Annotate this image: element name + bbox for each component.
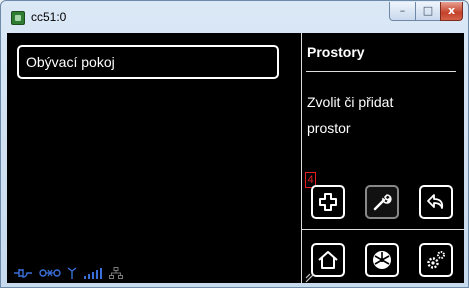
minimize-button[interactable]: –	[389, 2, 416, 21]
title-bar[interactable]: cc51:0 – □ x	[1, 1, 468, 33]
panel-description-line1: Zvolit či přidat	[307, 94, 394, 110]
home-button[interactable]	[311, 243, 345, 277]
antenna-icon	[67, 267, 77, 279]
room-list-item[interactable]: Obývací pokoj	[17, 45, 279, 79]
close-icon: x	[447, 4, 456, 17]
panel-description-line2: prostor	[307, 120, 351, 136]
plug-icon	[14, 269, 32, 278]
ventilation-button[interactable]	[365, 243, 399, 277]
application-window: cc51:0 – □ x Obývací pokoj Prostory Zvol…	[0, 0, 469, 288]
panel-description: Zvolit či přidat prostor	[307, 89, 457, 141]
signal-strength-icon	[84, 268, 102, 279]
wrench-icon	[373, 194, 392, 211]
gears-icon	[427, 251, 445, 269]
fan-icon	[373, 251, 391, 269]
back-arrow-icon	[427, 194, 444, 209]
client-area: Obývací pokoj Prostory Zvolit či přidat …	[7, 33, 464, 283]
network-link-icon	[39, 269, 61, 277]
status-bar	[13, 265, 123, 281]
maximize-button[interactable]: □	[415, 2, 441, 21]
plus-icon	[319, 193, 337, 211]
window-title: cc51:0	[31, 10, 67, 24]
network-tree-icon	[109, 267, 123, 279]
minimize-icon: –	[399, 4, 406, 17]
close-button[interactable]: x	[440, 2, 463, 21]
panel-title: Prostory	[307, 44, 365, 60]
resize-grip-icon[interactable]	[305, 273, 315, 283]
app-icon	[11, 11, 25, 25]
home-icon	[318, 251, 338, 269]
panel-divider	[301, 33, 302, 283]
settings-button[interactable]	[419, 243, 453, 277]
back-button[interactable]	[419, 185, 453, 219]
add-room-button[interactable]	[311, 185, 345, 219]
edit-room-button[interactable]	[365, 185, 399, 219]
maximize-icon: □	[422, 4, 434, 17]
panel-title-underline	[306, 71, 456, 72]
nav-separator	[302, 229, 464, 230]
